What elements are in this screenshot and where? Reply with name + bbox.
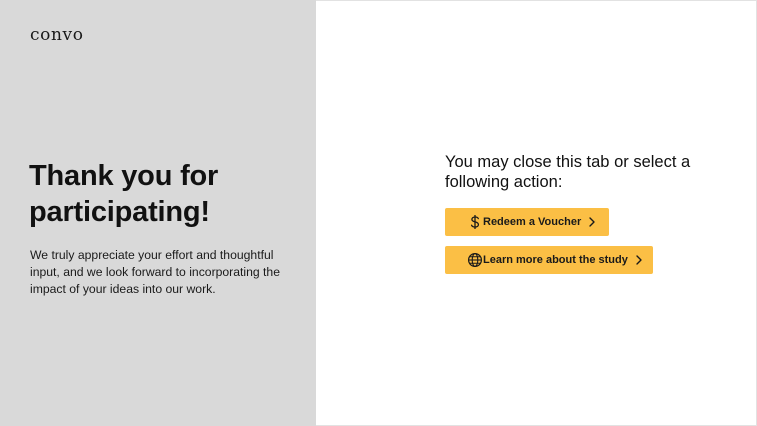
learn-more-button[interactable]: Learn more about the study <box>445 246 653 274</box>
redeem-voucher-label: Redeem a Voucher <box>483 216 582 228</box>
chevron-right-icon <box>589 217 595 227</box>
learn-more-label: Learn more about the study <box>483 254 628 266</box>
globe-icon <box>467 252 483 268</box>
page-title: Thank you for participating! <box>29 160 219 228</box>
left-panel: convo Thank you for participating! We tr… <box>0 0 316 426</box>
logo[interactable]: convo <box>30 25 84 45</box>
thank-you-message: We truly appreciate your effort and thou… <box>30 248 280 296</box>
action-prompt: You may close this tab or select a follo… <box>445 153 691 191</box>
chevron-right-icon <box>636 255 642 265</box>
redeem-voucher-button[interactable]: Redeem a Voucher <box>445 208 609 236</box>
dollar-icon <box>470 215 480 229</box>
